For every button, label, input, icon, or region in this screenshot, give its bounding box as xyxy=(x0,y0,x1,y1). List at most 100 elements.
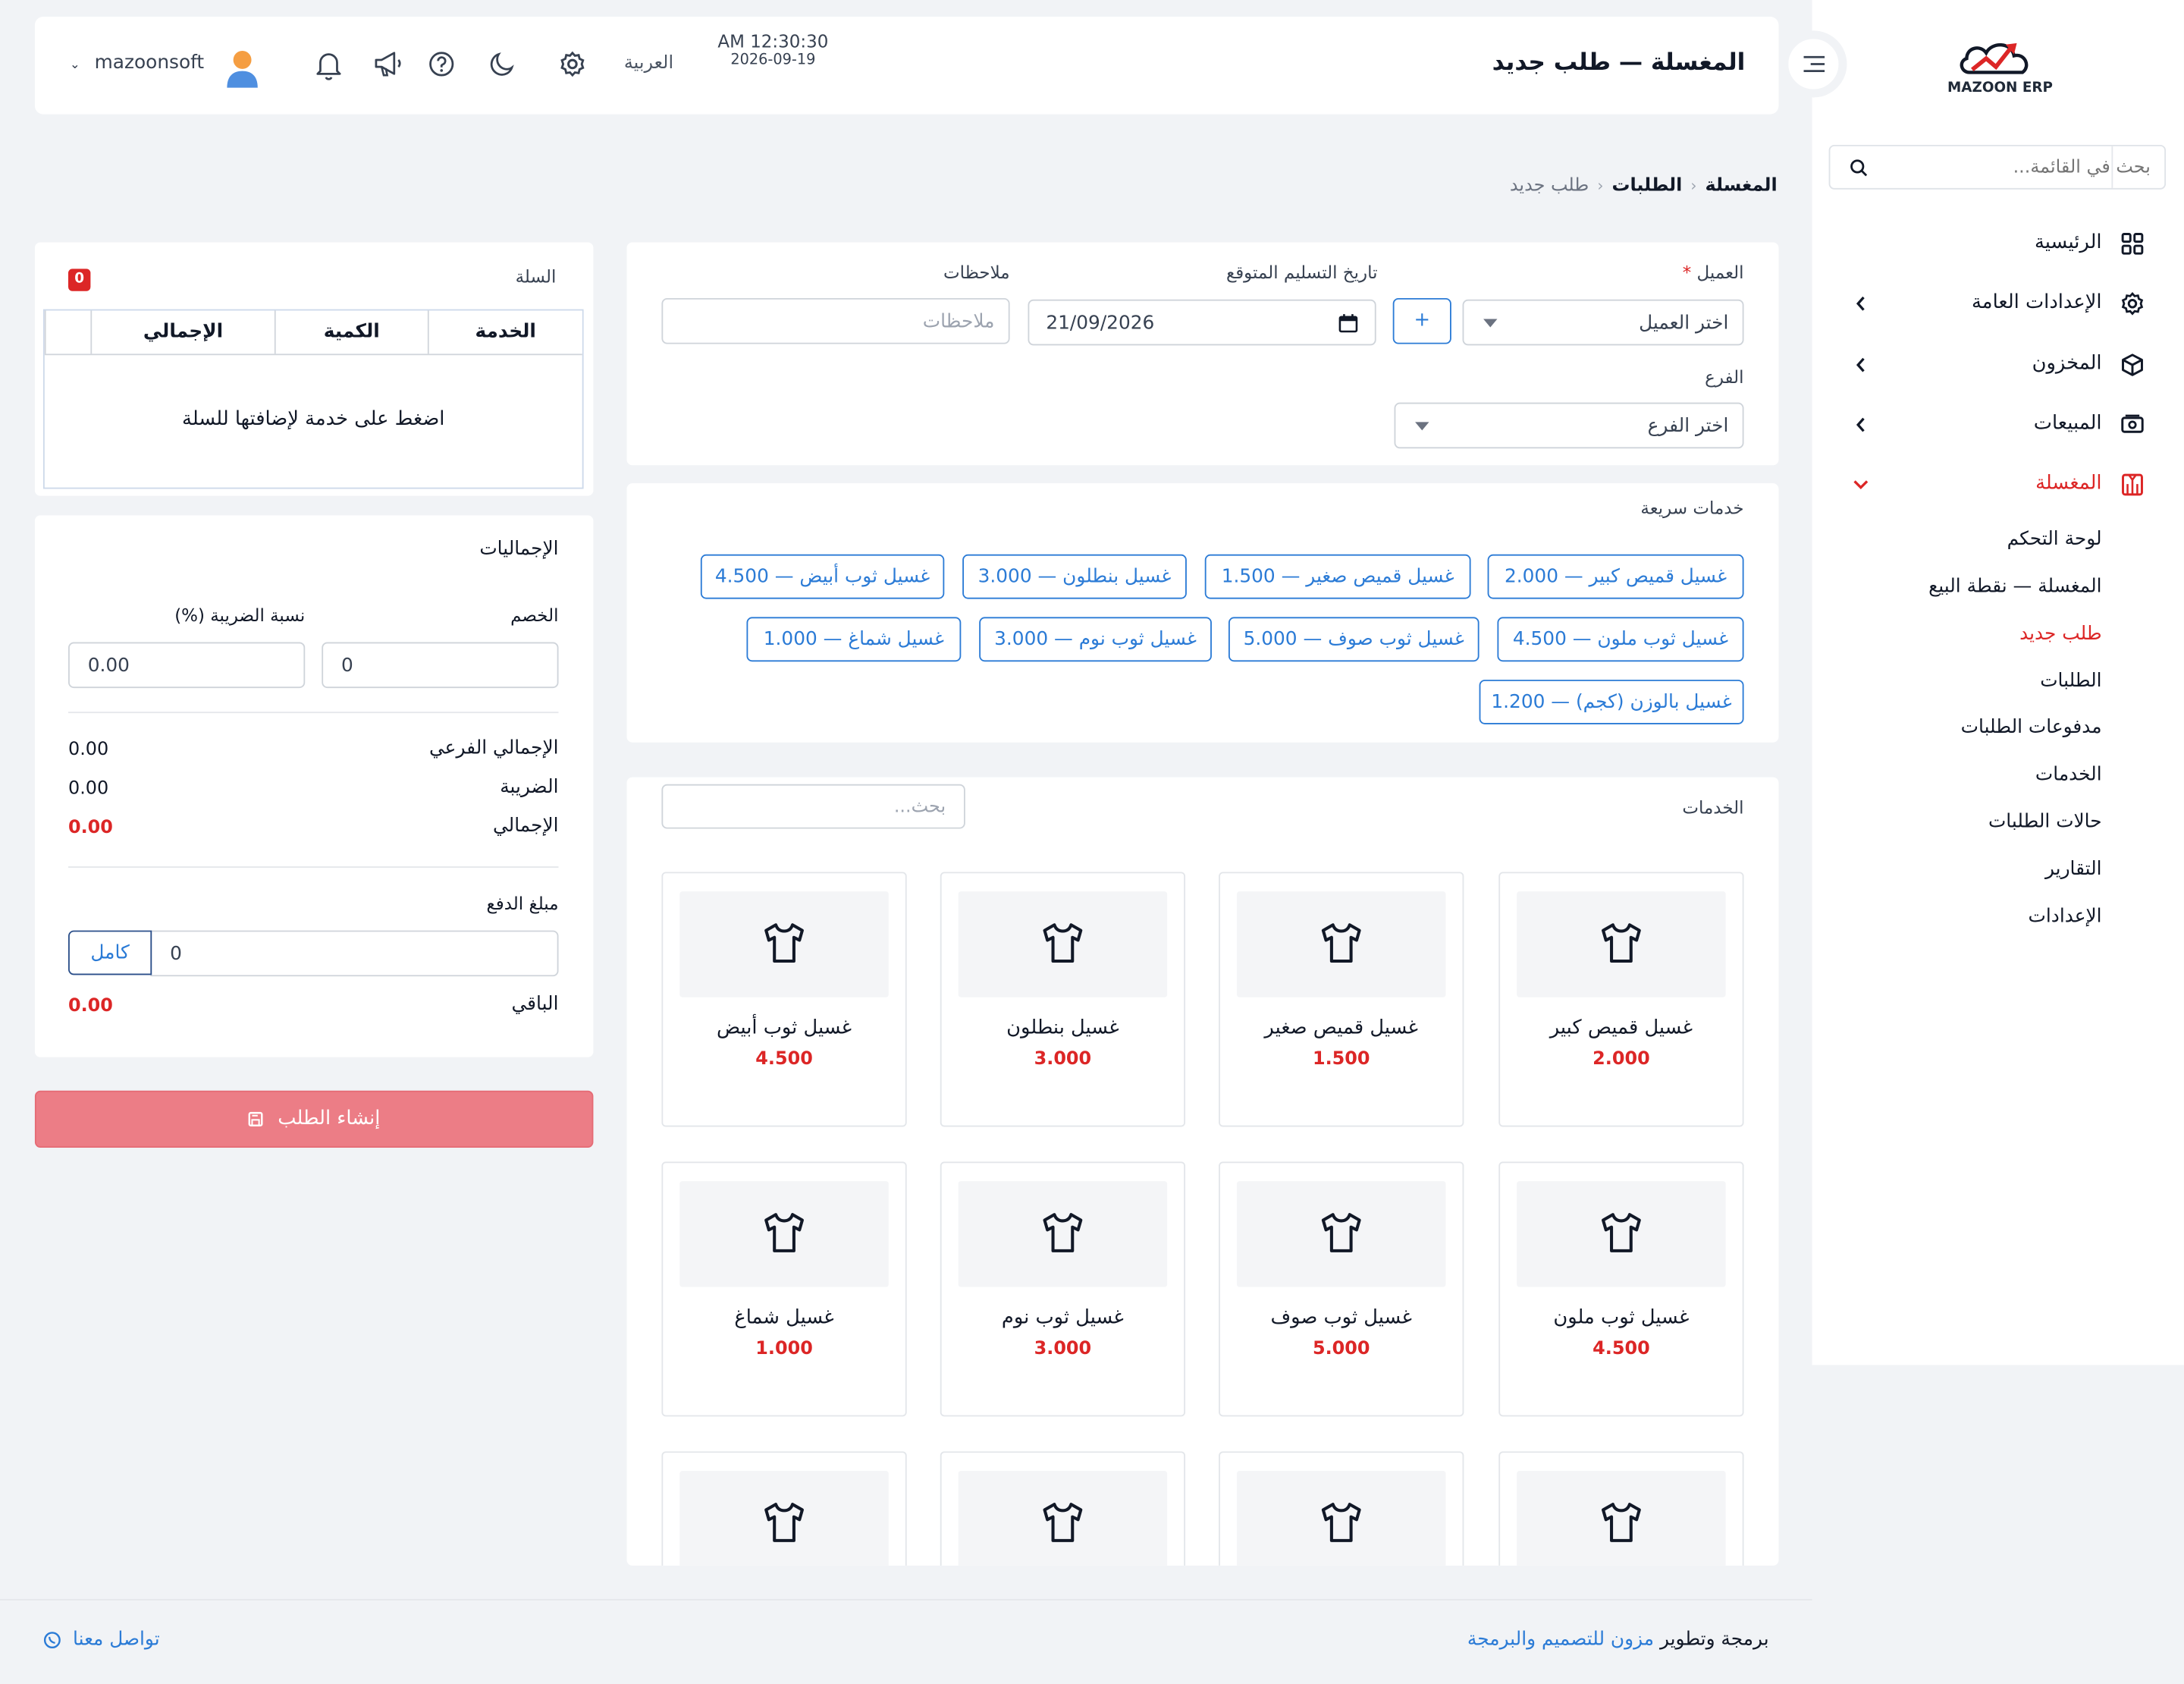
sidebar-item-home[interactable]: الرئيسية xyxy=(1838,228,2145,262)
sidebar-subitem-dashboard[interactable]: لوحة التحكم xyxy=(2007,528,2102,550)
service-card[interactable] xyxy=(661,1451,907,1566)
service-card[interactable] xyxy=(1498,1451,1744,1566)
breadcrumb-separator: ‹ xyxy=(1690,177,1697,196)
total-label: الإجمالي xyxy=(493,815,559,837)
services-title: الخدمات xyxy=(1682,796,1744,818)
language-switch[interactable]: العربية xyxy=(624,53,673,74)
quick-service-button[interactable]: غسيل بنطلون — 3.000 xyxy=(962,554,1187,599)
quick-service-button[interactable]: غسيل ثوب أبيض — 4.500 xyxy=(700,554,945,599)
sidebar-search[interactable] xyxy=(1828,144,2167,190)
service-card[interactable]: غسيل قميص صغير 1.500 xyxy=(1219,872,1464,1127)
sidebar-item-laundry[interactable]: المغسلة xyxy=(1838,470,2145,503)
services-grid: غسيل قميص كبير 2.000 غسيل قميص صغير 1.50… xyxy=(627,836,1779,1566)
service-price: 1.500 xyxy=(1312,1048,1370,1070)
sidebar-item-general-settings[interactable]: الإعدادات العامة xyxy=(1838,288,2145,322)
branch-select-value: اختر الفرع xyxy=(1647,415,1729,438)
clock-time: AM 12:30:30 xyxy=(717,30,829,52)
discount-label: الخصم xyxy=(510,604,559,626)
tax-rate-input[interactable]: 0.00 xyxy=(67,642,306,689)
column-header-service: الخدمة xyxy=(427,310,582,354)
tax-value: 0.00 xyxy=(67,778,109,800)
sidebar-subitem-services[interactable]: الخدمات xyxy=(2035,763,2102,785)
search-icon[interactable] xyxy=(1850,159,1868,177)
service-card[interactable]: غسيل ثوب أبيض 4.500 xyxy=(661,872,907,1127)
sidebar-subitem-new-order[interactable]: طلب جديد xyxy=(2019,623,2101,645)
create-order-button[interactable]: إنشاء الطلب xyxy=(34,1090,594,1148)
quick-service-button[interactable]: غسيل ثوب ملون — 4.500 xyxy=(1497,617,1744,662)
service-card[interactable]: غسيل ثوب ملون 4.500 xyxy=(1498,1161,1744,1417)
service-name: غسيل ثوب نوم xyxy=(1001,1306,1124,1329)
service-card[interactable]: غسيل قميص كبير 2.000 xyxy=(1498,872,1744,1127)
divider xyxy=(67,712,559,714)
branch-select[interactable]: اختر الفرع xyxy=(1394,402,1744,449)
notes-input[interactable]: ملاحظات xyxy=(661,297,1010,344)
sidebar-subitem-pos[interactable]: المغسلة — نقطة البيع xyxy=(1928,575,2101,597)
search-divider xyxy=(2111,146,2113,188)
sidebar-item-sales[interactable]: المبيعات xyxy=(1838,410,2145,443)
service-card[interactable] xyxy=(940,1451,1186,1566)
sidebar-subitem-order-statuses[interactable]: حالات الطلبات xyxy=(1988,811,2102,833)
sidebar xyxy=(1812,0,2184,1365)
shirt-icon xyxy=(1321,923,1361,963)
breadcrumb-item[interactable]: الطلبات xyxy=(1611,175,1682,196)
customer-select[interactable]: اختر العميل xyxy=(1462,299,1744,346)
service-card[interactable]: غسيل ثوب نوم 3.000 xyxy=(940,1161,1186,1417)
pay-full-button[interactable]: كامل xyxy=(67,930,152,976)
user-menu[interactable]: ⌄ mazoonsoft xyxy=(70,52,204,74)
bell-icon[interactable] xyxy=(315,50,343,80)
service-image xyxy=(958,1471,1168,1566)
discount-input[interactable]: 0 xyxy=(322,642,559,689)
caret-down-icon xyxy=(1483,319,1498,328)
service-card[interactable]: غسيل شماغ 1.000 xyxy=(661,1161,907,1417)
sidebar-item-label: المغسلة xyxy=(2035,472,2102,495)
divider xyxy=(67,866,559,868)
tax-rate-value: 0.00 xyxy=(87,655,130,677)
settings-gear-icon[interactable] xyxy=(559,50,587,78)
moon-icon[interactable] xyxy=(489,50,517,78)
sidebar-item-inventory[interactable]: المخزون xyxy=(1838,350,2145,383)
sidebar-item-label: الرئيسية xyxy=(2034,231,2102,254)
sidebar-toggle-button[interactable] xyxy=(1780,30,1847,98)
shirt-icon xyxy=(764,1503,804,1542)
avatar[interactable] xyxy=(224,47,261,89)
service-name: غسيل ثوب ملون xyxy=(1553,1306,1690,1329)
add-customer-button[interactable]: + xyxy=(1392,297,1451,344)
sidebar-subitem-reports[interactable]: التقارير xyxy=(2045,858,2102,880)
column-header-actions xyxy=(44,310,91,354)
quick-service-button[interactable]: غسيل ثوب صوف — 5.000 xyxy=(1228,617,1480,662)
service-image xyxy=(679,891,889,998)
tax-rate-label: نسبة الضريبة (%) xyxy=(174,604,306,626)
quick-service-button[interactable]: غسيل قميص صغير — 1.500 xyxy=(1204,554,1471,599)
service-card[interactable]: غسيل ثوب صوف 5.000 xyxy=(1219,1161,1464,1417)
calendar-icon[interactable] xyxy=(1338,313,1358,333)
footer-credit-link[interactable]: مزون للتصميم والبرمجة xyxy=(1467,1629,1654,1651)
quick-service-button[interactable]: غسيل بالوزن (كجم) — 1.200 xyxy=(1479,680,1744,724)
services-search-input[interactable]: بحث... xyxy=(661,784,965,829)
chevron-down-icon: ⌄ xyxy=(69,58,80,73)
quick-service-button[interactable]: غسيل شماغ — 1.000 xyxy=(746,617,962,662)
delivery-date-label: تاريخ التسليم المتوقع xyxy=(1225,262,1378,283)
service-card[interactable] xyxy=(1219,1451,1464,1566)
sidebar-subitem-orders[interactable]: الطلبات xyxy=(2040,670,2101,692)
service-image xyxy=(958,891,1168,998)
discount-value: 0 xyxy=(340,655,353,677)
service-price: 2.000 xyxy=(1592,1048,1650,1070)
service-price: 1.000 xyxy=(755,1338,813,1360)
breadcrumb-item[interactable]: المغسلة xyxy=(1705,175,1777,196)
service-card[interactable]: غسيل بنطلون 3.000 xyxy=(940,872,1186,1127)
payment-input[interactable]: 0 xyxy=(150,930,559,977)
quick-service-button[interactable]: غسيل قميص كبير — 2.000 xyxy=(1487,554,1744,599)
breadcrumb-current: طلب جديد xyxy=(1509,175,1589,196)
subtotal-value: 0.00 xyxy=(67,740,109,761)
contact-us-link[interactable]: تواصل معنا xyxy=(43,1629,160,1651)
help-icon[interactable] xyxy=(428,50,456,78)
breadcrumb: المغسلة ‹ الطلبات ‹ طلب جديد xyxy=(1510,175,1778,196)
quick-service-button[interactable]: غسيل ثوب نوم — 3.000 xyxy=(979,617,1212,662)
username: mazoonsoft xyxy=(94,51,205,74)
delivery-date-input[interactable]: 21/09/2026 xyxy=(1028,299,1376,346)
quick-services-title: خدمات سريعة xyxy=(1640,497,1744,519)
sidebar-subitem-settings[interactable]: الإعدادات xyxy=(2029,906,2102,928)
sidebar-subitem-order-payments[interactable]: مدفوعات الطلبات xyxy=(1961,716,2102,738)
service-image xyxy=(1517,891,1726,998)
megaphone-icon[interactable] xyxy=(373,50,403,78)
